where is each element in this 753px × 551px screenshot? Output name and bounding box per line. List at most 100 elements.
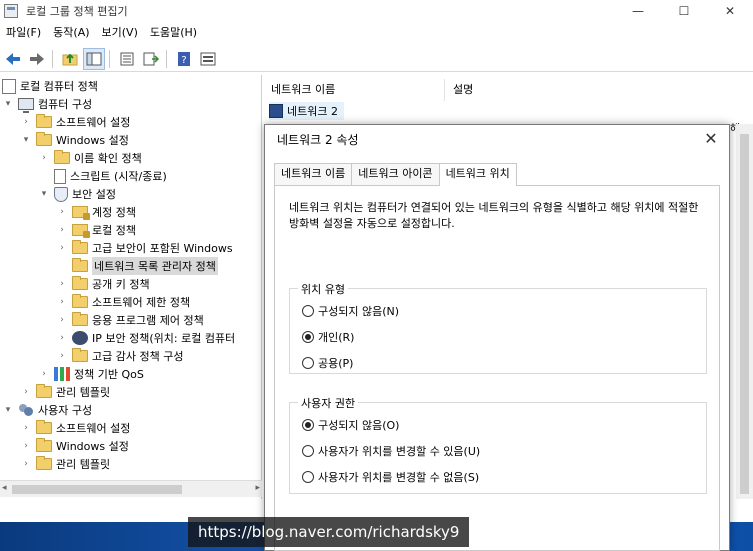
tab-panel: 네트워크 위치는 컴퓨터가 연결되어 있는 네트워크의 유형을 식별하고 해당 … — [274, 185, 720, 551]
location-description: 네트워크 위치는 컴퓨터가 연결되어 있는 네트워크의 유형을 식별하고 해당 … — [289, 201, 699, 230]
dialog-close-button[interactable]: ✕ — [699, 128, 723, 150]
scroll-right-icon[interactable]: ▸ — [255, 483, 260, 493]
chevron-right-icon[interactable]: › — [56, 351, 68, 361]
tree-item-user-config[interactable]: ▾ 사용자 구성 — [2, 401, 92, 419]
tree-item-software-restriction[interactable]: › 소프트웨어 제한 정책 — [56, 293, 190, 311]
menu-help[interactable]: 도움말(H) — [144, 22, 203, 44]
radio-button-selected[interactable] — [302, 331, 314, 343]
chevron-right-icon[interactable]: › — [56, 297, 68, 307]
radio-button[interactable] — [302, 357, 314, 369]
chevron-right-icon[interactable]: › — [20, 387, 32, 397]
tree-item-app-control[interactable]: › 응용 프로그램 제어 정책 — [56, 311, 204, 329]
folder-icon — [72, 258, 88, 272]
chevron-right-icon[interactable]: › — [20, 423, 32, 433]
maximize-button[interactable]: ☐ — [661, 0, 707, 22]
forward-arrow-icon[interactable] — [26, 48, 48, 70]
chevron-down-icon[interactable]: ▾ — [2, 405, 14, 415]
scrollbar-thumb[interactable] — [12, 485, 182, 494]
chevron-right-icon[interactable]: › — [20, 459, 32, 469]
scrollbar-thumb[interactable] — [740, 134, 749, 494]
tree-item-public-key-policies[interactable]: › 공개 키 정책 — [56, 275, 150, 293]
export-list-icon[interactable] — [140, 48, 162, 70]
column-header-description[interactable]: 설명 — [445, 79, 745, 101]
tree-item-windows-settings[interactable]: ▾ Windows 설정 — [20, 131, 129, 149]
show-hide-tree-icon[interactable] — [83, 47, 105, 70]
chevron-down-icon[interactable]: ▾ — [2, 99, 14, 109]
network-properties-dialog: 네트워크 2 속성 ✕ 네트워크 이름 네트워크 아이콘 네트워크 위치 네트워… — [264, 124, 730, 551]
tree-item-scripts[interactable]: 스크립트 (시작/종료) — [38, 167, 167, 185]
up-folder-icon[interactable] — [59, 48, 81, 70]
chevron-right-icon[interactable]: › — [56, 279, 68, 289]
chevron-down-icon[interactable]: ▾ — [20, 135, 32, 145]
list-item-label: 네트워크 2 — [287, 105, 338, 118]
radio-button[interactable] — [302, 305, 314, 317]
tree-item-local-policies[interactable]: › 로컬 정책 — [56, 221, 136, 239]
tree-item-name-resolution-policy[interactable]: › 이름 확인 정책 — [38, 149, 142, 167]
tree-item-local-computer-policy[interactable]: 로컬 컴퓨터 정책 — [2, 77, 98, 95]
tree-item-account-policies[interactable]: › 계정 정책 — [56, 203, 136, 221]
tab-network-icon[interactable]: 네트워크 아이콘 — [351, 163, 440, 185]
toolbar: ? — [0, 46, 753, 72]
tab-network-name[interactable]: 네트워크 이름 — [274, 163, 353, 185]
details-list: 네트워크 이름 설명 네트워크 2 — [263, 75, 753, 125]
tree-item-user-software-settings[interactable]: › 소프트웨어 설정 — [20, 419, 130, 437]
chevron-right-icon[interactable]: › — [38, 153, 50, 163]
properties-icon[interactable] — [116, 48, 138, 70]
tree-item-policy-qos[interactable]: › 정책 기반 QoS — [38, 365, 144, 383]
script-icon — [54, 168, 66, 184]
folder-icon — [72, 348, 88, 362]
menu-file[interactable]: 파일(F) — [0, 22, 47, 44]
scroll-left-icon[interactable]: ◂ — [2, 483, 7, 493]
list-item[interactable]: 네트워크 2 — [269, 102, 344, 120]
tab-network-location[interactable]: 네트워크 위치 — [438, 163, 517, 186]
column-header-network-name[interactable]: 네트워크 이름 — [263, 79, 445, 101]
minimize-button[interactable]: — — [615, 0, 661, 22]
folder-icon — [72, 240, 88, 254]
security-shield-icon — [54, 186, 68, 202]
tree-item-advanced-firewall[interactable]: › 고급 보안이 포함된 Windows — [56, 239, 233, 257]
radio-permission-not-configured[interactable]: 구성되지 않음(O) — [302, 417, 399, 433]
list-vertical-scrollbar[interactable] — [736, 124, 753, 499]
back-arrow-icon[interactable] — [2, 48, 24, 70]
folder-icon — [72, 312, 88, 326]
svg-text:?: ? — [181, 55, 186, 66]
chevron-right-icon[interactable]: › — [20, 117, 32, 127]
tree-item-admin-templates[interactable]: › 관리 템플릿 — [20, 383, 110, 401]
tree-item-ip-security[interactable]: › IP 보안 정책(위치: 로컬 컴퓨터 — [56, 329, 235, 347]
radio-location-public[interactable]: 공용(P) — [302, 355, 353, 371]
radio-button-selected[interactable] — [302, 419, 314, 431]
folder-icon — [72, 276, 88, 290]
tree-item-user-admin-templates[interactable]: › 관리 템플릿 — [20, 455, 110, 473]
radio-button[interactable] — [302, 471, 314, 483]
radio-location-not-configured[interactable]: 구성되지 않음(N) — [302, 303, 399, 319]
chevron-right-icon[interactable]: › — [20, 441, 32, 451]
help-icon[interactable]: ? — [173, 48, 195, 70]
tree-item-network-list-manager[interactable]: 네트워크 목록 관리자 정책 — [56, 257, 218, 275]
tree-item-software-settings[interactable]: › 소프트웨어 설정 — [20, 113, 130, 131]
chevron-right-icon[interactable]: › — [56, 225, 68, 235]
folder-icon — [54, 150, 70, 164]
tree-item-advanced-audit[interactable]: › 고급 감사 정책 구성 — [56, 347, 183, 365]
menu-action[interactable]: 동작(A) — [47, 22, 95, 44]
chevron-down-icon[interactable]: ▾ — [38, 189, 50, 199]
radio-location-private[interactable]: 개인(R) — [302, 329, 354, 345]
radio-permission-can-change[interactable]: 사용자가 위치를 변경할 수 있음(U) — [302, 443, 480, 459]
radio-permission-cannot-change[interactable]: 사용자가 위치를 변경할 수 없음(S) — [302, 469, 479, 485]
tree-horizontal-scrollbar[interactable]: ◂ ▸ — [0, 480, 262, 497]
folder-icon — [36, 420, 52, 434]
chevron-right-icon[interactable]: › — [56, 243, 68, 253]
folder-icon — [36, 438, 52, 452]
chevron-right-icon[interactable]: › — [56, 333, 68, 343]
tree-item-user-windows-settings[interactable]: › Windows 설정 — [20, 437, 129, 455]
tree-item-security-settings[interactable]: ▾ 보안 설정 — [38, 185, 116, 203]
user-permissions-group: 사용자 권한 구성되지 않음(O) 사용자가 위치를 변경할 수 있음(U) 사… — [289, 395, 707, 494]
radio-button[interactable] — [302, 445, 314, 457]
menu-view[interactable]: 보기(V) — [96, 22, 144, 44]
toolbar-separator — [52, 49, 53, 68]
tree-item-computer-config[interactable]: ▾ 컴퓨터 구성 — [2, 95, 92, 113]
chevron-right-icon[interactable]: › — [38, 369, 50, 379]
filter-view-icon[interactable] — [197, 48, 219, 70]
close-window-button[interactable]: ✕ — [707, 0, 753, 22]
chevron-right-icon[interactable]: › — [56, 315, 68, 325]
chevron-right-icon[interactable]: › — [56, 207, 68, 217]
